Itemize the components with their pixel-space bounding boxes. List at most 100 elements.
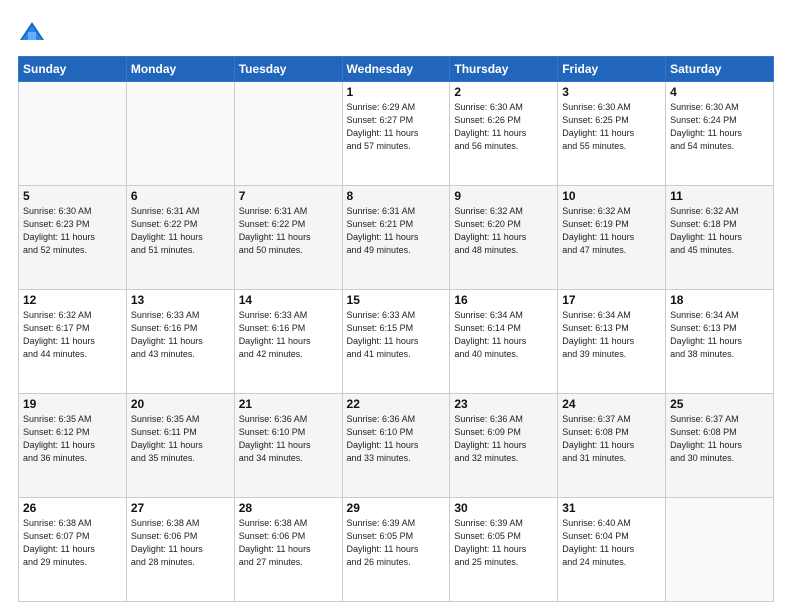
day-info: Sunrise: 6:35 AM Sunset: 6:11 PM Dayligh… (131, 413, 230, 465)
day-info: Sunrise: 6:31 AM Sunset: 6:21 PM Dayligh… (347, 205, 446, 257)
day-cell: 10 Sunrise: 6:32 AM Sunset: 6:19 PM Dayli… (558, 186, 666, 290)
day-number: 15 (347, 293, 446, 307)
day-number: 22 (347, 397, 446, 411)
day-info: Sunrise: 6:38 AM Sunset: 6:07 PM Dayligh… (23, 517, 122, 569)
day-info: Sunrise: 6:30 AM Sunset: 6:26 PM Dayligh… (454, 101, 553, 153)
weekday-header-saturday: Saturday (666, 57, 774, 82)
weekday-header-wednesday: Wednesday (342, 57, 450, 82)
day-cell (19, 82, 127, 186)
day-info: Sunrise: 6:38 AM Sunset: 6:06 PM Dayligh… (131, 517, 230, 569)
day-cell: 16 Sunrise: 6:34 AM Sunset: 6:14 PM Dayli… (450, 290, 558, 394)
day-info: Sunrise: 6:32 AM Sunset: 6:20 PM Dayligh… (454, 205, 553, 257)
week-row-3: 12 Sunrise: 6:32 AM Sunset: 6:17 PM Dayli… (19, 290, 774, 394)
day-cell: 4 Sunrise: 6:30 AM Sunset: 6:24 PM Daylig… (666, 82, 774, 186)
day-number: 11 (670, 189, 769, 203)
weekday-header-row: SundayMondayTuesdayWednesdayThursdayFrid… (19, 57, 774, 82)
day-info: Sunrise: 6:40 AM Sunset: 6:04 PM Dayligh… (562, 517, 661, 569)
day-cell: 9 Sunrise: 6:32 AM Sunset: 6:20 PM Daylig… (450, 186, 558, 290)
day-info: Sunrise: 6:29 AM Sunset: 6:27 PM Dayligh… (347, 101, 446, 153)
day-info: Sunrise: 6:38 AM Sunset: 6:06 PM Dayligh… (239, 517, 338, 569)
day-info: Sunrise: 6:33 AM Sunset: 6:16 PM Dayligh… (131, 309, 230, 361)
day-cell: 23 Sunrise: 6:36 AM Sunset: 6:09 PM Dayli… (450, 394, 558, 498)
day-cell: 1 Sunrise: 6:29 AM Sunset: 6:27 PM Daylig… (342, 82, 450, 186)
day-cell: 27 Sunrise: 6:38 AM Sunset: 6:06 PM Dayli… (126, 498, 234, 602)
weekday-header-friday: Friday (558, 57, 666, 82)
day-number: 4 (670, 85, 769, 99)
calendar-table: SundayMondayTuesdayWednesdayThursdayFrid… (18, 56, 774, 602)
day-cell: 5Sunrise: 6:30 AM Sunset: 6:23 PM Daylig… (19, 186, 127, 290)
week-row-4: 19Sunrise: 6:35 AM Sunset: 6:12 PM Dayli… (19, 394, 774, 498)
week-row-2: 5Sunrise: 6:30 AM Sunset: 6:23 PM Daylig… (19, 186, 774, 290)
day-info: Sunrise: 6:33 AM Sunset: 6:15 PM Dayligh… (347, 309, 446, 361)
day-cell: 14Sunrise: 6:33 AM Sunset: 6:16 PM Dayli… (234, 290, 342, 394)
day-cell: 13 Sunrise: 6:33 AM Sunset: 6:16 PM Dayli… (126, 290, 234, 394)
day-cell: 7Sunrise: 6:31 AM Sunset: 6:22 PM Daylig… (234, 186, 342, 290)
day-number: 29 (347, 501, 446, 515)
day-info: Sunrise: 6:31 AM Sunset: 6:22 PM Dayligh… (131, 205, 230, 257)
day-cell: 30 Sunrise: 6:39 AM Sunset: 6:05 PM Dayli… (450, 498, 558, 602)
day-cell: 31 Sunrise: 6:40 AM Sunset: 6:04 PM Dayli… (558, 498, 666, 602)
day-info: Sunrise: 6:37 AM Sunset: 6:08 PM Dayligh… (670, 413, 769, 465)
week-row-5: 26 Sunrise: 6:38 AM Sunset: 6:07 PM Dayli… (19, 498, 774, 602)
day-info: Sunrise: 6:31 AM Sunset: 6:22 PM Dayligh… (239, 205, 338, 257)
day-info: Sunrise: 6:36 AM Sunset: 6:10 PM Dayligh… (239, 413, 338, 465)
weekday-header-sunday: Sunday (19, 57, 127, 82)
logo (18, 18, 50, 46)
day-cell: 18 Sunrise: 6:34 AM Sunset: 6:13 PM Dayli… (666, 290, 774, 394)
day-info: Sunrise: 6:36 AM Sunset: 6:09 PM Dayligh… (454, 413, 553, 465)
day-number: 13 (131, 293, 230, 307)
day-cell: 22 Sunrise: 6:36 AM Sunset: 6:10 PM Dayli… (342, 394, 450, 498)
day-number: 28 (239, 501, 338, 515)
day-cell: 25Sunrise: 6:37 AM Sunset: 6:08 PM Dayli… (666, 394, 774, 498)
day-number: 21 (239, 397, 338, 411)
day-number: 1 (347, 85, 446, 99)
day-number: 2 (454, 85, 553, 99)
day-info: Sunrise: 6:34 AM Sunset: 6:13 PM Dayligh… (562, 309, 661, 361)
day-cell: 2 Sunrise: 6:30 AM Sunset: 6:26 PM Daylig… (450, 82, 558, 186)
day-number: 30 (454, 501, 553, 515)
day-cell: 3 Sunrise: 6:30 AM Sunset: 6:25 PM Daylig… (558, 82, 666, 186)
day-info: Sunrise: 6:39 AM Sunset: 6:05 PM Dayligh… (454, 517, 553, 569)
day-number: 3 (562, 85, 661, 99)
day-cell: 12 Sunrise: 6:32 AM Sunset: 6:17 PM Dayli… (19, 290, 127, 394)
day-number: 18 (670, 293, 769, 307)
day-number: 31 (562, 501, 661, 515)
day-cell (234, 82, 342, 186)
day-info: Sunrise: 6:32 AM Sunset: 6:17 PM Dayligh… (23, 309, 122, 361)
day-number: 17 (562, 293, 661, 307)
day-info: Sunrise: 6:30 AM Sunset: 6:23 PM Dayligh… (23, 205, 122, 257)
day-number: 9 (454, 189, 553, 203)
weekday-header-monday: Monday (126, 57, 234, 82)
day-number: 14 (239, 293, 338, 307)
day-cell: 29 Sunrise: 6:39 AM Sunset: 6:05 PM Dayli… (342, 498, 450, 602)
day-info: Sunrise: 6:30 AM Sunset: 6:24 PM Dayligh… (670, 101, 769, 153)
weekday-header-thursday: Thursday (450, 57, 558, 82)
header (18, 18, 774, 46)
day-cell (666, 498, 774, 602)
day-number: 10 (562, 189, 661, 203)
day-cell: 19Sunrise: 6:35 AM Sunset: 6:12 PM Dayli… (19, 394, 127, 498)
logo-icon (18, 18, 46, 46)
day-number: 23 (454, 397, 553, 411)
day-info: Sunrise: 6:36 AM Sunset: 6:10 PM Dayligh… (347, 413, 446, 465)
day-info: Sunrise: 6:34 AM Sunset: 6:13 PM Dayligh… (670, 309, 769, 361)
day-info: Sunrise: 6:30 AM Sunset: 6:25 PM Dayligh… (562, 101, 661, 153)
day-number: 16 (454, 293, 553, 307)
day-info: Sunrise: 6:32 AM Sunset: 6:18 PM Dayligh… (670, 205, 769, 257)
day-number: 6 (131, 189, 230, 203)
day-cell: 8Sunrise: 6:31 AM Sunset: 6:21 PM Daylig… (342, 186, 450, 290)
day-number: 26 (23, 501, 122, 515)
day-cell: 6 Sunrise: 6:31 AM Sunset: 6:22 PM Daylig… (126, 186, 234, 290)
day-number: 12 (23, 293, 122, 307)
day-info: Sunrise: 6:39 AM Sunset: 6:05 PM Dayligh… (347, 517, 446, 569)
day-info: Sunrise: 6:34 AM Sunset: 6:14 PM Dayligh… (454, 309, 553, 361)
day-number: 24 (562, 397, 661, 411)
day-info: Sunrise: 6:32 AM Sunset: 6:19 PM Dayligh… (562, 205, 661, 257)
day-number: 27 (131, 501, 230, 515)
day-cell: 15 Sunrise: 6:33 AM Sunset: 6:15 PM Dayli… (342, 290, 450, 394)
day-number: 19 (23, 397, 122, 411)
day-cell: 26 Sunrise: 6:38 AM Sunset: 6:07 PM Dayli… (19, 498, 127, 602)
week-row-1: 1 Sunrise: 6:29 AM Sunset: 6:27 PM Daylig… (19, 82, 774, 186)
weekday-header-tuesday: Tuesday (234, 57, 342, 82)
day-info: Sunrise: 6:37 AM Sunset: 6:08 PM Dayligh… (562, 413, 661, 465)
